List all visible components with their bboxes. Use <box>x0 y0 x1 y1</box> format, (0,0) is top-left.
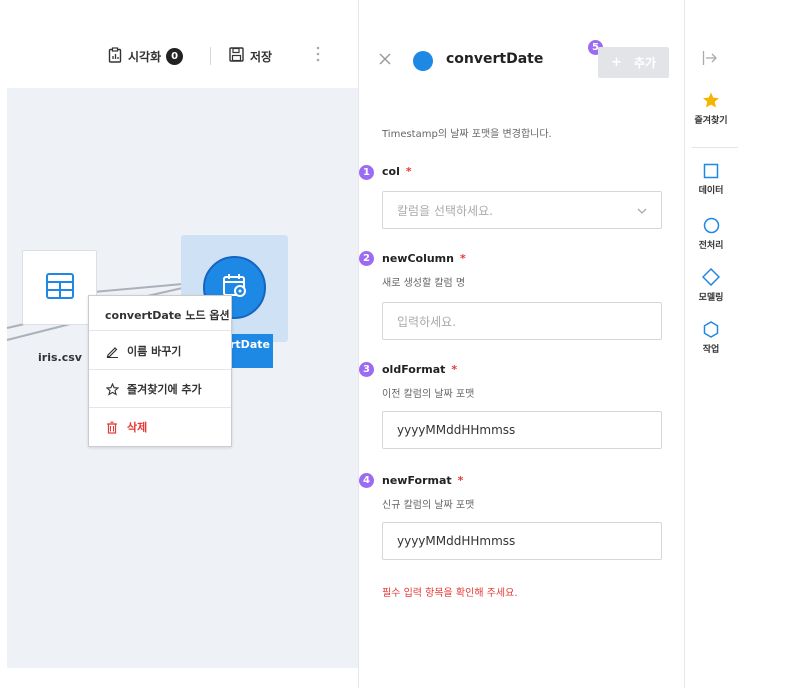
trash-icon <box>105 420 119 434</box>
oldformat-field-subtitle: 이전 칼럼의 날짜 포맷 <box>382 389 475 400</box>
required-marker: * <box>451 363 458 376</box>
col-select[interactable]: 칼럼을 선택하세요. <box>382 191 662 229</box>
required-marker: * <box>405 165 412 178</box>
col-select-placeholder: 칼럼을 선택하세요. <box>397 203 493 218</box>
newformat-input-value: yyyyMMddHHmmss <box>397 534 516 548</box>
newformat-field-subtitle: 신규 칼럼의 날짜 포맷 <box>382 500 475 511</box>
convertdate-node-label: rtDate <box>228 334 273 368</box>
plus-icon: + <box>611 55 622 70</box>
iris-node-label: iris.csv <box>38 351 82 364</box>
toolbar-divider <box>210 47 211 65</box>
sidebar-item-preprocessing[interactable]: 전처리 <box>692 217 730 251</box>
col-label-text: col <box>382 165 400 178</box>
context-menu-divider <box>89 407 231 408</box>
sidebar-item-favorites[interactable]: 즐겨찾기 <box>692 92 730 126</box>
sidebar-item-task[interactable]: 작업 <box>692 321 730 355</box>
node-context-menu: convertDate 노드 옵션 이름 바꾸기 즐겨찾기에 추가 삭제 <box>88 295 232 447</box>
oldformat-label-text: oldFormat <box>382 363 446 376</box>
step-badge-1: 1 <box>359 165 374 180</box>
save-icon <box>229 47 244 65</box>
required-marker: * <box>459 252 466 265</box>
delete-label: 삭제 <box>127 421 148 434</box>
sidebar-item-task-label: 작업 <box>702 345 720 355</box>
chevron-down-icon <box>637 205 647 215</box>
close-panel-icon[interactable] <box>378 52 392 66</box>
sidebar-item-modeling-label: 모델링 <box>698 293 724 303</box>
sidebar-divider <box>692 147 738 148</box>
oldformat-input-value: yyyyMMddHHmmss <box>397 423 516 437</box>
panel-title: convertDate <box>446 51 544 67</box>
required-fields-error: 필수 입력 항목을 확인해 주세요. <box>382 588 518 599</box>
more-options-icon[interactable] <box>313 46 323 62</box>
hexagon-icon <box>703 321 719 338</box>
save-label: 저장 <box>250 49 273 64</box>
sidebar-item-data-label: 데이터 <box>698 186 724 196</box>
newformat-input[interactable]: yyyyMMddHHmmss <box>382 522 662 560</box>
star-icon <box>703 92 719 108</box>
add-favorite-label: 즐겨찾기에 추가 <box>127 383 202 396</box>
oldformat-field-label: oldFormat * <box>382 363 457 376</box>
required-marker: * <box>457 474 464 487</box>
sidebar-item-modeling[interactable]: 모델링 <box>692 268 730 303</box>
col-field-label: col * <box>382 165 412 178</box>
save-button[interactable]: 저장 <box>229 47 272 65</box>
circle-icon <box>703 217 719 234</box>
newcolumn-input-placeholder: 입력하세요. <box>397 314 457 329</box>
step-badge-2: 2 <box>359 251 374 266</box>
context-menu-title: convertDate 노드 옵션 <box>105 309 230 322</box>
delete-menu-item[interactable]: 삭제 <box>105 419 147 435</box>
newformat-field-label: newFormat * <box>382 474 463 487</box>
visualize-count-badge: 0 <box>166 48 184 65</box>
star-outline-icon <box>105 382 119 396</box>
visualize-button[interactable]: 시각화 0 <box>108 47 184 66</box>
rename-menu-item[interactable]: 이름 바꾸기 <box>105 343 181 359</box>
step-badge-3: 3 <box>359 362 374 377</box>
canvas-toolbar: 시각화 0 저장 <box>0 0 358 88</box>
visualize-label: 시각화 <box>128 50 162 64</box>
add-button[interactable]: + 추가 <box>598 47 669 78</box>
newcolumn-field-subtitle: 새로 생성할 칼럼 명 <box>382 278 466 289</box>
pencil-icon <box>105 344 119 358</box>
context-menu-divider <box>89 369 231 370</box>
context-menu-divider <box>89 330 231 331</box>
step-badge-4: 4 <box>359 473 374 488</box>
node-color-dot <box>413 51 433 71</box>
sidebar-item-data[interactable]: 데이터 <box>692 163 730 196</box>
newformat-label-text: newFormat <box>382 474 452 487</box>
newcolumn-field-label: newColumn * <box>382 252 466 265</box>
collapse-sidebar-icon[interactable] <box>702 50 718 66</box>
add-button-label: 추가 <box>633 56 656 70</box>
square-icon <box>703 163 719 179</box>
oldformat-input[interactable]: yyyyMMddHHmmss <box>382 411 662 449</box>
node-description: Timestamp의 날짜 포맷을 변경합니다. <box>382 129 552 140</box>
newcolumn-input[interactable]: 입력하세요. <box>382 302 662 340</box>
add-favorite-menu-item[interactable]: 즐겨찾기에 추가 <box>105 381 202 397</box>
sidebar-item-preprocessing-label: 전처리 <box>698 241 724 251</box>
clipboard-chart-icon <box>108 47 122 66</box>
diamond-icon <box>702 268 720 286</box>
rename-label: 이름 바꾸기 <box>127 345 182 358</box>
iris-csv-node[interactable] <box>22 250 97 325</box>
table-icon <box>44 270 76 305</box>
sidebar-item-favorites-label: 즐겨찾기 <box>694 116 728 126</box>
newcolumn-label-text: newColumn <box>382 252 454 265</box>
